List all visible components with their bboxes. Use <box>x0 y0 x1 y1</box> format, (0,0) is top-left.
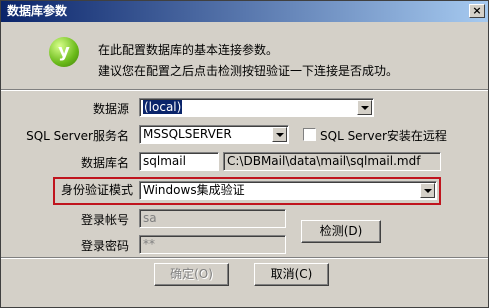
auth-mode-combo[interactable]: Windows集成验证 <box>139 181 437 200</box>
login-password-input[interactable]: ** <box>139 235 286 254</box>
db-name-label: 数据库名 <box>80 156 129 170</box>
footer-divider <box>1 257 488 259</box>
server-name-label: SQL Server服务名 <box>26 129 129 143</box>
chevron-down-icon[interactable] <box>272 127 287 142</box>
remote-checkbox[interactable] <box>303 128 316 141</box>
login-account-label: 登录帐号 <box>80 213 129 227</box>
db-name-input[interactable]: sqlmail <box>139 152 219 171</box>
title-bar[interactable]: 数据库参数 × <box>1 1 488 22</box>
window-title: 数据库参数 <box>7 4 68 18</box>
login-account-input[interactable]: sa <box>139 209 286 228</box>
server-name-value: MSSQLSERVER <box>143 127 232 141</box>
info-line-1: 在此配置数据库的基本连接参数。 <box>98 43 279 57</box>
cancel-button[interactable]: 取消(C) <box>254 263 329 286</box>
datasource-combo[interactable]: (local) <box>139 98 374 117</box>
login-password-label: 登录密码 <box>80 239 129 253</box>
chevron-down-icon[interactable] <box>357 100 372 115</box>
server-name-combo[interactable]: MSSQLSERVER <box>139 125 289 144</box>
info-line-2: 建议您在配置之后点击检测按钮验证一下连接是否成功。 <box>98 64 399 78</box>
datasource-label: 数据源 <box>92 102 129 116</box>
auth-mode-label: 身份验证模式 <box>60 183 133 197</box>
app-logo-icon: y <box>49 37 79 67</box>
db-path-field: C:\DBMail\data\mail\sqlmail.mdf <box>223 152 441 171</box>
chevron-down-icon[interactable] <box>420 183 435 198</box>
remote-checkbox-label[interactable]: SQL Server安装在远程 <box>320 129 447 143</box>
auth-mode-value: Windows集成验证 <box>143 183 245 197</box>
test-connection-button[interactable]: 检测(D) <box>301 220 381 243</box>
close-button[interactable]: × <box>469 4 485 18</box>
ok-button[interactable]: 确定(O) <box>154 263 229 286</box>
header-divider <box>1 89 488 91</box>
datasource-value: (local) <box>143 100 183 114</box>
dialog-window: 数据库参数 × y 在此配置数据库的基本连接参数。 建议您在配置之后点击检测按钮… <box>0 0 489 308</box>
